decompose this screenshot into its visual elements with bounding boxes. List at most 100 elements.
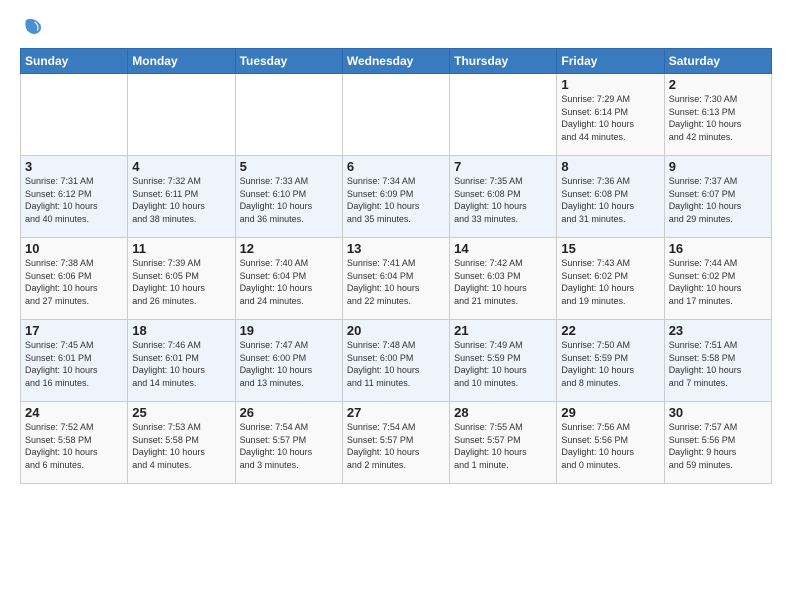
day-info: Sunrise: 7:46 AM Sunset: 6:01 PM Dayligh… bbox=[132, 339, 230, 389]
calendar-day-cell: 11Sunrise: 7:39 AM Sunset: 6:05 PM Dayli… bbox=[128, 238, 235, 320]
day-info: Sunrise: 7:33 AM Sunset: 6:10 PM Dayligh… bbox=[240, 175, 338, 225]
day-number: 22 bbox=[561, 323, 659, 338]
calendar-day-cell: 13Sunrise: 7:41 AM Sunset: 6:04 PM Dayli… bbox=[342, 238, 449, 320]
day-info: Sunrise: 7:49 AM Sunset: 5:59 PM Dayligh… bbox=[454, 339, 552, 389]
calendar-day-cell: 5Sunrise: 7:33 AM Sunset: 6:10 PM Daylig… bbox=[235, 156, 342, 238]
day-info: Sunrise: 7:32 AM Sunset: 6:11 PM Dayligh… bbox=[132, 175, 230, 225]
calendar-day-cell: 8Sunrise: 7:36 AM Sunset: 6:08 PM Daylig… bbox=[557, 156, 664, 238]
day-number: 4 bbox=[132, 159, 230, 174]
day-info: Sunrise: 7:48 AM Sunset: 6:00 PM Dayligh… bbox=[347, 339, 445, 389]
day-info: Sunrise: 7:55 AM Sunset: 5:57 PM Dayligh… bbox=[454, 421, 552, 471]
day-number: 13 bbox=[347, 241, 445, 256]
calendar-day-cell bbox=[235, 74, 342, 156]
calendar-day-cell: 2Sunrise: 7:30 AM Sunset: 6:13 PM Daylig… bbox=[664, 74, 771, 156]
day-number: 2 bbox=[669, 77, 767, 92]
calendar-day-cell: 12Sunrise: 7:40 AM Sunset: 6:04 PM Dayli… bbox=[235, 238, 342, 320]
calendar-day-cell: 30Sunrise: 7:57 AM Sunset: 5:56 PM Dayli… bbox=[664, 402, 771, 484]
calendar-day-cell bbox=[342, 74, 449, 156]
calendar-day-cell: 14Sunrise: 7:42 AM Sunset: 6:03 PM Dayli… bbox=[450, 238, 557, 320]
day-info: Sunrise: 7:44 AM Sunset: 6:02 PM Dayligh… bbox=[669, 257, 767, 307]
weekday-header-thursday: Thursday bbox=[450, 49, 557, 74]
calendar-day-cell: 4Sunrise: 7:32 AM Sunset: 6:11 PM Daylig… bbox=[128, 156, 235, 238]
day-info: Sunrise: 7:52 AM Sunset: 5:58 PM Dayligh… bbox=[25, 421, 123, 471]
calendar-day-cell: 27Sunrise: 7:54 AM Sunset: 5:57 PM Dayli… bbox=[342, 402, 449, 484]
day-number: 29 bbox=[561, 405, 659, 420]
day-info: Sunrise: 7:56 AM Sunset: 5:56 PM Dayligh… bbox=[561, 421, 659, 471]
day-number: 9 bbox=[669, 159, 767, 174]
calendar-day-cell: 28Sunrise: 7:55 AM Sunset: 5:57 PM Dayli… bbox=[450, 402, 557, 484]
day-info: Sunrise: 7:37 AM Sunset: 6:07 PM Dayligh… bbox=[669, 175, 767, 225]
day-info: Sunrise: 7:38 AM Sunset: 6:06 PM Dayligh… bbox=[25, 257, 123, 307]
calendar-day-cell: 16Sunrise: 7:44 AM Sunset: 6:02 PM Dayli… bbox=[664, 238, 771, 320]
day-info: Sunrise: 7:30 AM Sunset: 6:13 PM Dayligh… bbox=[669, 93, 767, 143]
day-number: 19 bbox=[240, 323, 338, 338]
day-info: Sunrise: 7:34 AM Sunset: 6:09 PM Dayligh… bbox=[347, 175, 445, 225]
calendar-day-cell bbox=[128, 74, 235, 156]
day-info: Sunrise: 7:54 AM Sunset: 5:57 PM Dayligh… bbox=[347, 421, 445, 471]
day-number: 24 bbox=[25, 405, 123, 420]
day-number: 1 bbox=[561, 77, 659, 92]
day-info: Sunrise: 7:29 AM Sunset: 6:14 PM Dayligh… bbox=[561, 93, 659, 143]
day-info: Sunrise: 7:54 AM Sunset: 5:57 PM Dayligh… bbox=[240, 421, 338, 471]
calendar-day-cell: 20Sunrise: 7:48 AM Sunset: 6:00 PM Dayli… bbox=[342, 320, 449, 402]
day-info: Sunrise: 7:45 AM Sunset: 6:01 PM Dayligh… bbox=[25, 339, 123, 389]
day-number: 8 bbox=[561, 159, 659, 174]
calendar-day-cell: 19Sunrise: 7:47 AM Sunset: 6:00 PM Dayli… bbox=[235, 320, 342, 402]
day-number: 23 bbox=[669, 323, 767, 338]
calendar-day-cell: 18Sunrise: 7:46 AM Sunset: 6:01 PM Dayli… bbox=[128, 320, 235, 402]
calendar-day-cell: 23Sunrise: 7:51 AM Sunset: 5:58 PM Dayli… bbox=[664, 320, 771, 402]
calendar-day-cell: 15Sunrise: 7:43 AM Sunset: 6:02 PM Dayli… bbox=[557, 238, 664, 320]
calendar-day-cell: 17Sunrise: 7:45 AM Sunset: 6:01 PM Dayli… bbox=[21, 320, 128, 402]
day-number: 20 bbox=[347, 323, 445, 338]
weekday-header-sunday: Sunday bbox=[21, 49, 128, 74]
weekday-header-monday: Monday bbox=[128, 49, 235, 74]
weekday-header-saturday: Saturday bbox=[664, 49, 771, 74]
day-info: Sunrise: 7:31 AM Sunset: 6:12 PM Dayligh… bbox=[25, 175, 123, 225]
calendar-day-cell: 6Sunrise: 7:34 AM Sunset: 6:09 PM Daylig… bbox=[342, 156, 449, 238]
day-number: 26 bbox=[240, 405, 338, 420]
day-info: Sunrise: 7:40 AM Sunset: 6:04 PM Dayligh… bbox=[240, 257, 338, 307]
page-header bbox=[20, 16, 772, 38]
calendar-day-cell: 21Sunrise: 7:49 AM Sunset: 5:59 PM Dayli… bbox=[450, 320, 557, 402]
calendar-week-row: 17Sunrise: 7:45 AM Sunset: 6:01 PM Dayli… bbox=[21, 320, 772, 402]
logo-icon bbox=[20, 16, 42, 38]
calendar-table: SundayMondayTuesdayWednesdayThursdayFrid… bbox=[20, 48, 772, 484]
day-number: 7 bbox=[454, 159, 552, 174]
logo bbox=[20, 16, 46, 38]
day-info: Sunrise: 7:53 AM Sunset: 5:58 PM Dayligh… bbox=[132, 421, 230, 471]
calendar-week-row: 10Sunrise: 7:38 AM Sunset: 6:06 PM Dayli… bbox=[21, 238, 772, 320]
calendar-day-cell: 25Sunrise: 7:53 AM Sunset: 5:58 PM Dayli… bbox=[128, 402, 235, 484]
page-container: SundayMondayTuesdayWednesdayThursdayFrid… bbox=[0, 0, 792, 494]
day-info: Sunrise: 7:41 AM Sunset: 6:04 PM Dayligh… bbox=[347, 257, 445, 307]
day-info: Sunrise: 7:51 AM Sunset: 5:58 PM Dayligh… bbox=[669, 339, 767, 389]
day-number: 16 bbox=[669, 241, 767, 256]
day-number: 15 bbox=[561, 241, 659, 256]
calendar-day-cell: 7Sunrise: 7:35 AM Sunset: 6:08 PM Daylig… bbox=[450, 156, 557, 238]
calendar-day-cell: 26Sunrise: 7:54 AM Sunset: 5:57 PM Dayli… bbox=[235, 402, 342, 484]
day-info: Sunrise: 7:50 AM Sunset: 5:59 PM Dayligh… bbox=[561, 339, 659, 389]
day-number: 18 bbox=[132, 323, 230, 338]
day-number: 21 bbox=[454, 323, 552, 338]
calendar-day-cell: 22Sunrise: 7:50 AM Sunset: 5:59 PM Dayli… bbox=[557, 320, 664, 402]
day-number: 28 bbox=[454, 405, 552, 420]
day-info: Sunrise: 7:35 AM Sunset: 6:08 PM Dayligh… bbox=[454, 175, 552, 225]
weekday-header-wednesday: Wednesday bbox=[342, 49, 449, 74]
day-number: 3 bbox=[25, 159, 123, 174]
day-info: Sunrise: 7:43 AM Sunset: 6:02 PM Dayligh… bbox=[561, 257, 659, 307]
day-number: 5 bbox=[240, 159, 338, 174]
calendar-week-row: 1Sunrise: 7:29 AM Sunset: 6:14 PM Daylig… bbox=[21, 74, 772, 156]
day-number: 10 bbox=[25, 241, 123, 256]
day-info: Sunrise: 7:36 AM Sunset: 6:08 PM Dayligh… bbox=[561, 175, 659, 225]
day-info: Sunrise: 7:47 AM Sunset: 6:00 PM Dayligh… bbox=[240, 339, 338, 389]
weekday-header-friday: Friday bbox=[557, 49, 664, 74]
calendar-week-row: 3Sunrise: 7:31 AM Sunset: 6:12 PM Daylig… bbox=[21, 156, 772, 238]
calendar-day-cell bbox=[21, 74, 128, 156]
calendar-day-cell: 24Sunrise: 7:52 AM Sunset: 5:58 PM Dayli… bbox=[21, 402, 128, 484]
day-info: Sunrise: 7:57 AM Sunset: 5:56 PM Dayligh… bbox=[669, 421, 767, 471]
calendar-day-cell: 9Sunrise: 7:37 AM Sunset: 6:07 PM Daylig… bbox=[664, 156, 771, 238]
calendar-day-cell: 10Sunrise: 7:38 AM Sunset: 6:06 PM Dayli… bbox=[21, 238, 128, 320]
calendar-day-cell: 3Sunrise: 7:31 AM Sunset: 6:12 PM Daylig… bbox=[21, 156, 128, 238]
calendar-day-cell: 29Sunrise: 7:56 AM Sunset: 5:56 PM Dayli… bbox=[557, 402, 664, 484]
weekday-header-tuesday: Tuesday bbox=[235, 49, 342, 74]
day-number: 6 bbox=[347, 159, 445, 174]
